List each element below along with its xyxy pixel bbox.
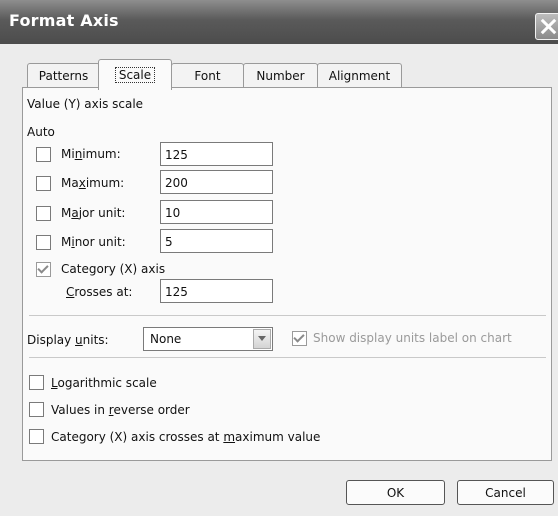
crosses-max-checkbox[interactable] bbox=[29, 429, 44, 444]
maximum-label: Maximum: bbox=[61, 176, 125, 190]
minor-unit-auto-checkbox[interactable] bbox=[36, 235, 51, 250]
show-units-label-text: Show display units label on chart bbox=[313, 331, 512, 345]
major-unit-input[interactable]: 10 bbox=[160, 200, 273, 224]
logarithmic-checkbox[interactable] bbox=[29, 375, 44, 390]
tab-number[interactable]: Number bbox=[243, 63, 318, 88]
tab-patterns[interactable]: Patterns bbox=[27, 63, 100, 88]
minimum-auto-checkbox[interactable] bbox=[36, 147, 51, 162]
minimum-input[interactable]: 125 bbox=[160, 142, 273, 166]
major-unit-auto-checkbox[interactable] bbox=[36, 206, 51, 221]
tab-font[interactable]: Font bbox=[171, 63, 244, 88]
crosses-at-label: Crosses at: bbox=[66, 285, 133, 299]
cancel-button[interactable]: Cancel bbox=[457, 480, 554, 505]
minor-unit-label: Minor unit: bbox=[61, 235, 126, 249]
close-icon[interactable] bbox=[535, 13, 558, 40]
tab-scale-label: Scale bbox=[114, 67, 156, 83]
auto-heading: Auto bbox=[27, 125, 55, 139]
major-unit-label: Major unit: bbox=[61, 206, 126, 220]
minimum-label: Minimum: bbox=[61, 147, 121, 161]
display-units-label: Display units: bbox=[27, 333, 109, 347]
tab-scale[interactable]: Scale bbox=[98, 59, 172, 90]
reverse-order-label: Values in reverse order bbox=[51, 403, 190, 417]
logarithmic-label: Logarithmic scale bbox=[51, 376, 157, 390]
format-axis-dialog: Format Axis Patterns Scale Font Number A… bbox=[0, 0, 558, 516]
minor-unit-input[interactable]: 5 bbox=[160, 229, 273, 253]
title-bar[interactable]: Format Axis bbox=[0, 0, 558, 44]
category-axis-label: Category (X) axis bbox=[61, 262, 166, 276]
scale-heading: Value (Y) axis scale bbox=[27, 97, 144, 111]
crosses-max-label: Category (X) axis crosses at maximum val… bbox=[51, 430, 321, 444]
tab-patterns-label: Patterns bbox=[38, 69, 89, 83]
maximum-input[interactable]: 200 bbox=[160, 170, 273, 194]
category-axis-auto-checkbox[interactable] bbox=[36, 262, 51, 277]
dialog-title: Format Axis bbox=[9, 11, 119, 30]
tab-font-label: Font bbox=[194, 69, 221, 83]
crosses-at-input[interactable]: 125 bbox=[160, 279, 273, 303]
display-units-value: None bbox=[150, 332, 182, 346]
separator bbox=[29, 357, 546, 358]
tab-number-label: Number bbox=[256, 69, 305, 83]
tab-alignment[interactable]: Alignment bbox=[317, 63, 402, 88]
show-units-label-checkbox bbox=[292, 331, 307, 346]
maximum-auto-checkbox[interactable] bbox=[36, 176, 51, 191]
reverse-order-checkbox[interactable] bbox=[29, 402, 44, 417]
tab-alignment-label: Alignment bbox=[328, 69, 391, 83]
display-units-select[interactable]: None bbox=[143, 327, 273, 351]
ok-button[interactable]: OK bbox=[346, 480, 445, 505]
separator bbox=[29, 315, 546, 316]
chevron-down-icon[interactable] bbox=[253, 329, 271, 349]
